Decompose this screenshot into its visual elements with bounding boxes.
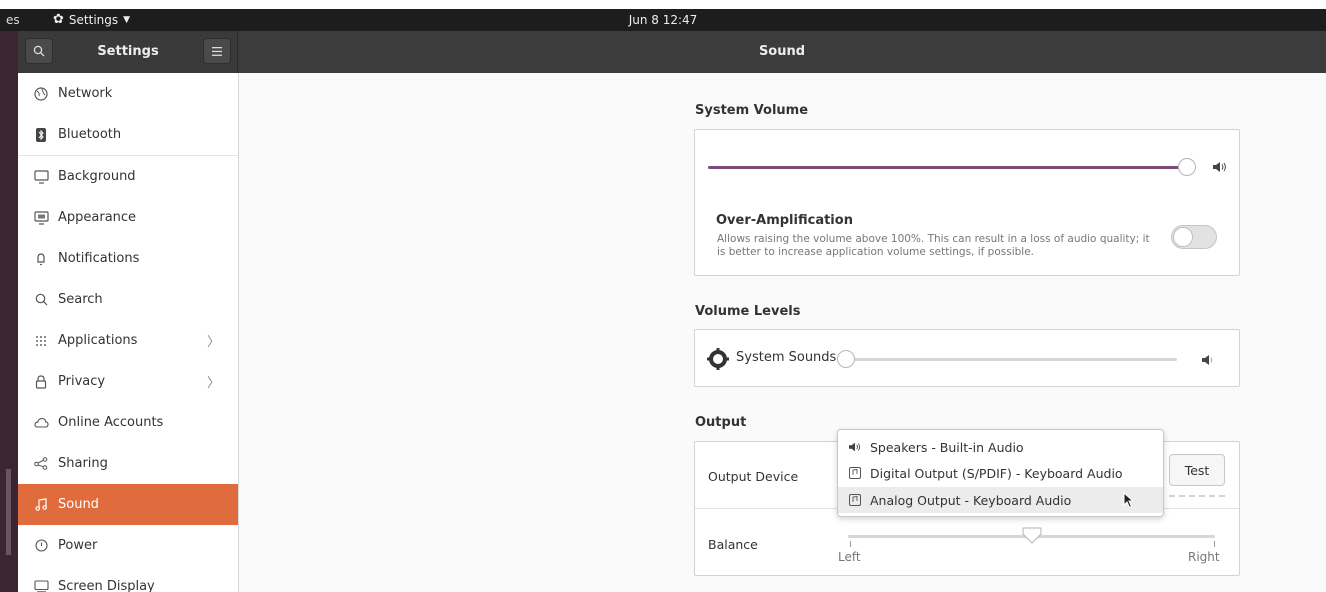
over-amplification-title: Over-Amplification — [716, 213, 853, 228]
balance-slider[interactable] — [848, 527, 1215, 544]
balance-tick-left — [850, 541, 851, 547]
system-volume-frame: Over-Amplification Allows raising the vo… — [694, 129, 1240, 276]
audio-card-icon — [848, 466, 862, 480]
audio-card-icon — [848, 493, 862, 507]
chevron-right-icon: 〉 — [206, 335, 220, 350]
over-amplification-description: Allows raising the volume above 100%. Th… — [717, 233, 1177, 259]
sidebar-item-applications[interactable]: Applications 〉 — [18, 320, 238, 361]
sidebar-item-online-accounts[interactable]: Online Accounts — [18, 402, 238, 443]
sidebar-item-power[interactable]: Power — [18, 525, 238, 566]
over-amplification-description-line: is better to increase application volume… — [717, 246, 1034, 258]
output-heading: Output — [695, 415, 747, 430]
share-icon — [33, 456, 49, 472]
music-note-icon — [33, 497, 49, 513]
sidebar-item-bluetooth[interactable]: Bluetooth — [18, 114, 238, 155]
output-option-label: Speakers - Built-in Audio — [870, 439, 1024, 455]
header-sidebar-part: Settings — [18, 31, 238, 73]
test-button[interactable]: Test — [1169, 454, 1225, 486]
sidebar-item-label: Sharing — [58, 456, 108, 471]
balance-left-label: Left — [838, 550, 861, 564]
system-volume-heading: System Volume — [695, 103, 809, 118]
system-sounds-slider[interactable] — [837, 350, 1177, 368]
display-icon — [33, 579, 49, 592]
dock — [0, 31, 18, 592]
grid-icon — [33, 333, 49, 349]
search-button[interactable] — [25, 38, 53, 64]
speaker-low-icon — [1202, 355, 1213, 365]
bluetooth-icon — [33, 127, 49, 143]
sidebar: Network Bluetooth Background Appearance … — [18, 73, 239, 592]
sidebar-item-label: Screen Display — [58, 579, 155, 592]
sound-panel: System Volume Over-Amplification Allows … — [240, 73, 1326, 592]
sidebar-item-sharing[interactable]: Sharing — [18, 443, 238, 484]
switch-knob — [1173, 227, 1193, 247]
header-bar: Settings Sound — [18, 31, 1326, 73]
sidebar-item-label: Network — [58, 86, 113, 101]
cloud-icon — [33, 415, 49, 431]
sidebar-item-privacy[interactable]: Privacy 〉 — [18, 361, 238, 402]
mouse-pointer-icon — [1123, 492, 1135, 509]
system-sounds-gear-icon — [707, 348, 729, 370]
header-sound-title: Sound — [758, 44, 806, 59]
system-volume-slider[interactable] — [708, 158, 1196, 176]
volume-levels-heading: Volume Levels — [695, 304, 801, 319]
balance-label: Balance — [708, 537, 758, 552]
sidebar-item-label: Privacy — [58, 374, 106, 389]
balance-right-label: Right — [1188, 550, 1220, 564]
speaker-high-icon — [1213, 162, 1226, 172]
system-sounds-label: System Sounds — [736, 350, 837, 365]
sidebar-item-sound[interactable]: Sound — [18, 484, 238, 525]
globe-icon — [33, 86, 49, 102]
output-option-speakers[interactable]: Speakers - Built-in Audio — [838, 434, 1163, 460]
hamburger-menu-icon — [212, 46, 222, 56]
over-amplification-switch[interactable] — [1171, 225, 1217, 249]
sidebar-item-network[interactable]: Network — [18, 73, 238, 114]
primary-menu-button[interactable] — [203, 38, 231, 64]
sidebar-item-background[interactable]: Background — [18, 156, 238, 197]
clock[interactable]: Jun 8 12:47 — [0, 9, 1326, 31]
sidebar-item-label: Applications — [58, 333, 138, 348]
speaker-icon — [848, 440, 862, 454]
over-amplification-description-line: Allows raising the volume above 100%. Th… — [717, 233, 1150, 245]
sidebar-item-label: Bluetooth — [58, 127, 122, 142]
monitor-icon — [33, 169, 49, 185]
balance-slider-knob[interactable] — [1021, 526, 1043, 546]
output-option-digital[interactable]: Digital Output (S/PDIF) - Keyboard Audio — [838, 460, 1163, 486]
top-bar: es ✿ Settings ▼ Jun 8 12:47 — [0, 0, 1326, 31]
bell-icon — [33, 251, 49, 267]
header-settings-title: Settings — [97, 44, 159, 59]
sidebar-item-notifications[interactable]: Notifications — [18, 238, 238, 279]
sidebar-item-screen-display[interactable]: Screen Display — [18, 566, 238, 592]
sidebar-item-appearance[interactable]: Appearance — [18, 197, 238, 238]
system-sounds-slider-knob[interactable] — [837, 350, 855, 368]
search-icon — [33, 45, 45, 57]
sidebar-item-label: Sound — [58, 497, 99, 512]
sidebar-item-label: Notifications — [58, 251, 140, 266]
test-button-dashes — [1169, 495, 1225, 497]
appearance-icon — [33, 210, 49, 226]
sidebar-item-label: Power — [58, 538, 98, 553]
volume-levels-frame: System Sounds — [694, 329, 1240, 387]
search-icon — [33, 292, 49, 308]
sidebar-item-label: Search — [58, 292, 103, 307]
system-volume-slider-fill — [708, 166, 1187, 169]
output-option-label: Analog Output - Keyboard Audio — [870, 492, 1072, 508]
sidebar-item-label: Appearance — [58, 210, 137, 225]
output-device-dropdown[interactable]: Speakers - Built-in Audio Digital Output… — [837, 429, 1164, 517]
balance-tick-right — [1214, 541, 1215, 547]
output-device-label: Output Device — [708, 469, 799, 484]
output-option-analog[interactable]: Analog Output - Keyboard Audio — [838, 487, 1163, 513]
chevron-right-icon: 〉 — [206, 376, 220, 391]
dock-indicator — [6, 469, 11, 555]
sidebar-item-label: Online Accounts — [58, 415, 164, 430]
power-icon — [33, 538, 49, 554]
sidebar-item-search[interactable]: Search — [18, 279, 238, 320]
lock-icon — [33, 374, 49, 390]
system-volume-slider-knob[interactable] — [1178, 158, 1196, 176]
sidebar-item-label: Background — [58, 169, 136, 184]
output-option-label: Digital Output (S/PDIF) - Keyboard Audio — [870, 465, 1123, 481]
